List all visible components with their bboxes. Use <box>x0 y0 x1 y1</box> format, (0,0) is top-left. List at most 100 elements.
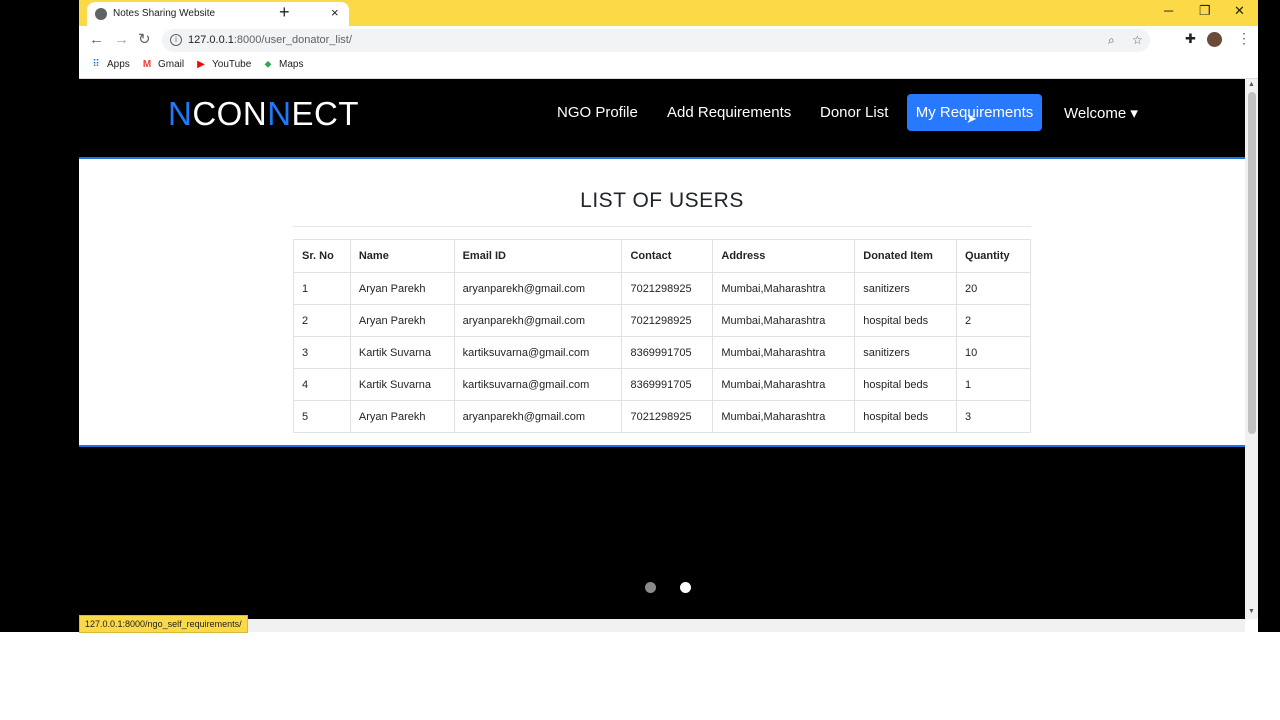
cell-address: Mumbai,Maharashtra <box>712 336 856 369</box>
cell-name: Aryan Parekh <box>349 400 455 433</box>
zoom-icon[interactable]: ⌕ <box>1108 33 1115 48</box>
bookmark-label: Gmail <box>158 59 185 70</box>
browser-menu-icon[interactable]: ⋮ <box>1237 30 1251 47</box>
close-tab-icon[interactable]: × <box>331 5 339 21</box>
maps-icon: ⬥ <box>264 59 272 70</box>
cell-contact: 8369991705 <box>621 336 714 369</box>
cell-sr-no: 4 <box>293 368 351 401</box>
minimize-button[interactable]: ─ <box>1164 3 1173 19</box>
header-contact: Contact <box>621 239 714 273</box>
cell-email: aryanparekh@gmail.com <box>453 400 623 433</box>
welcome-dropdown[interactable]: Welcome ▾ <box>1064 104 1138 122</box>
browser-chrome: Notes Sharing Website × + ─ ❐ ✕ ← → ↻ i … <box>79 0 1258 79</box>
page-title: LIST OF USERS <box>580 189 744 212</box>
cell-email: aryanparekh@gmail.com <box>453 304 623 337</box>
horizontal-scrollbar[interactable] <box>79 619 1245 632</box>
nav-ngo-profile[interactable]: NGO Profile <box>557 104 638 121</box>
cell-address: Mumbai,Maharashtra <box>712 368 856 401</box>
bookmark-label: Apps <box>107 59 130 70</box>
brand-letter: N <box>267 95 292 132</box>
tab-strip: Notes Sharing Website × + ─ ❐ ✕ <box>79 0 1258 26</box>
title-divider <box>293 226 1031 227</box>
back-arrow-icon[interactable]: ← <box>89 31 104 49</box>
bookmark-gmail[interactable]: M Gmail <box>141 59 184 70</box>
globe-icon <box>95 8 107 20</box>
table-row: 2 Aryan Parekh aryanparekh@gmail.com 702… <box>293 304 1031 337</box>
cell-contact: 8369991705 <box>621 368 714 401</box>
forward-arrow-icon[interactable]: → <box>114 31 129 49</box>
scroll-up-arrow-icon[interactable]: ▲ <box>1248 81 1255 88</box>
cell-address: Mumbai,Maharashtra <box>712 304 856 337</box>
bookmark-label: YouTube <box>212 59 252 70</box>
cell-quantity: 20 <box>956 272 1031 305</box>
bookmark-youtube[interactable]: ▶ YouTube <box>195 59 251 70</box>
apps-grid-icon: ⠿ <box>92 59 100 70</box>
cell-contact: 7021298925 <box>621 272 714 305</box>
gmail-icon: M <box>142 59 152 70</box>
browser-tab[interactable]: Notes Sharing Website × <box>87 2 349 26</box>
cell-donated-item: hospital beds <box>854 304 958 337</box>
header-address: Address <box>712 239 856 273</box>
cell-name: Aryan Parekh <box>349 304 455 337</box>
cell-email: kartiksuvarna@gmail.com <box>453 368 623 401</box>
vertical-scrollbar[interactable]: ▲ ▼ <box>1245 79 1258 619</box>
scrollbar-thumb[interactable] <box>1248 92 1256 434</box>
header-email: Email ID <box>453 239 623 273</box>
cell-contact: 7021298925 <box>621 304 714 337</box>
youtube-icon: ▶ <box>197 59 205 70</box>
cell-donated-item: hospital beds <box>854 368 958 401</box>
cell-sr-no: 5 <box>293 400 351 433</box>
table-header-row: Sr. No Name Email ID Contact Address Don… <box>293 239 1031 273</box>
carousel-dot-1[interactable] <box>645 582 656 593</box>
cell-address: Mumbai,Maharashtra <box>712 400 856 433</box>
url-host: 127.0.0.1 <box>188 34 234 46</box>
header-quantity: Quantity <box>956 239 1031 273</box>
bookmark-star-icon[interactable]: ☆ <box>1132 33 1143 47</box>
table-row: 3 Kartik Suvarna kartiksuvarna@gmail.com… <box>293 336 1031 369</box>
users-table: Sr. No Name Email ID Contact Address Don… <box>293 239 1031 433</box>
cell-address: Mumbai,Maharashtra <box>712 272 856 305</box>
status-bar-url: 127.0.0.1:8000/ngo_self_requirements/ <box>79 615 248 633</box>
cell-name: Kartik Suvarna <box>349 336 455 369</box>
header-sr-no: Sr. No <box>293 239 351 273</box>
cell-quantity: 10 <box>956 336 1031 369</box>
cell-quantity: 1 <box>956 368 1031 401</box>
header-donated-item: Donated Item <box>854 239 958 273</box>
scroll-down-arrow-icon[interactable]: ▼ <box>1248 608 1255 615</box>
right-black-margin <box>1258 0 1280 632</box>
brand-logo[interactable]: NCONNECT <box>168 95 359 133</box>
bookmark-apps[interactable]: ⠿ Apps <box>90 59 130 70</box>
bookmark-maps[interactable]: ⬥ Maps <box>262 59 304 70</box>
cell-donated-item: hospital beds <box>854 400 958 433</box>
cell-contact: 7021298925 <box>621 400 714 433</box>
url-text: 127.0.0.1:8000/user_donator_list/ <box>188 34 352 46</box>
cell-sr-no: 3 <box>293 336 351 369</box>
cell-name: Aryan Parekh <box>349 272 455 305</box>
left-black-margin <box>0 0 79 632</box>
brand-text: CON <box>192 95 268 132</box>
bookmark-label: Maps <box>279 59 304 70</box>
extensions-puzzle-icon[interactable]: ✚ <box>1185 31 1196 47</box>
close-window-button[interactable]: ✕ <box>1234 3 1245 19</box>
url-path: :8000/user_donator_list/ <box>233 34 352 46</box>
info-icon[interactable]: i <box>170 34 182 46</box>
cell-sr-no: 1 <box>293 272 351 305</box>
nav-add-requirements[interactable]: Add Requirements <box>667 104 791 121</box>
carousel-dot-2[interactable] <box>680 582 691 593</box>
cell-quantity: 3 <box>956 400 1031 433</box>
reload-icon[interactable]: ↻ <box>138 31 151 49</box>
cell-donated-item: sanitizers <box>854 272 958 305</box>
table-row: 4 Kartik Suvarna kartiksuvarna@gmail.com… <box>293 368 1031 401</box>
cell-email: aryanparekh@gmail.com <box>453 272 623 305</box>
carousel-area <box>79 447 1245 619</box>
website: NCONNECT NGO Profile Add Requirements Do… <box>79 79 1245 619</box>
brand-letter: N <box>168 95 193 132</box>
main-content: LIST OF USERS Sr. No Name Email ID Conta… <box>79 159 1245 447</box>
browser-toolbar: ← → ↻ i 127.0.0.1:8000/user_donator_list… <box>79 26 1258 54</box>
new-tab-button[interactable]: + <box>279 2 290 22</box>
profile-avatar[interactable] <box>1207 32 1222 47</box>
table-row: 1 Aryan Parekh aryanparekh@gmail.com 702… <box>293 272 1031 305</box>
restore-button[interactable]: ❐ <box>1199 3 1211 19</box>
address-bar[interactable]: i 127.0.0.1:8000/user_donator_list/ ⌕ ☆ <box>162 29 1150 52</box>
nav-donor-list[interactable]: Donor List <box>820 104 888 121</box>
